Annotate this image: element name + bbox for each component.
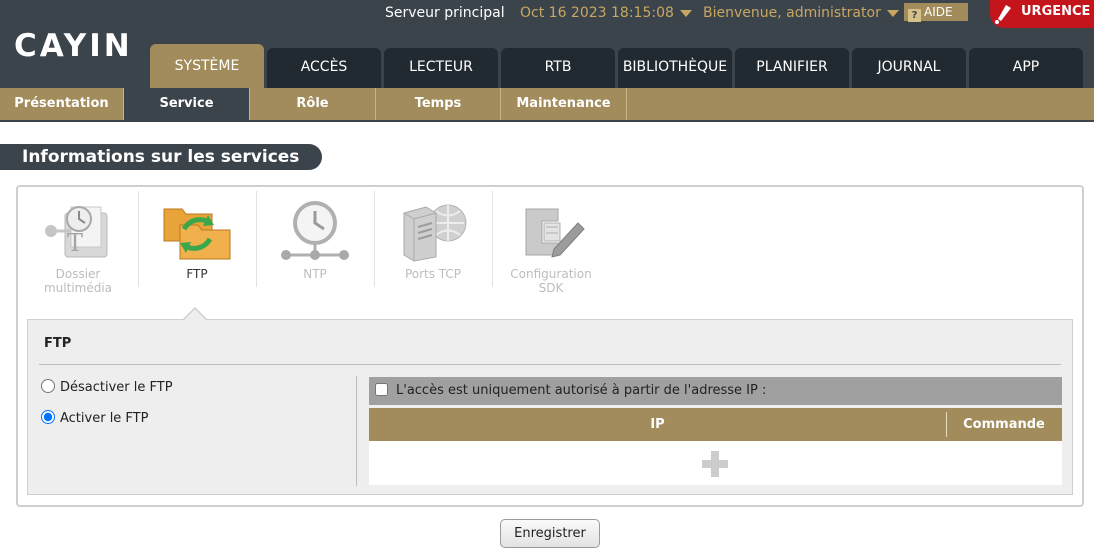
urgence-button[interactable]: URGENCE [990, 0, 1094, 28]
disable-ftp-radio[interactable] [41, 379, 55, 393]
alert-icon [995, 5, 1011, 24]
tab-bibliotheque[interactable]: BIBLIOTHÈQUE [618, 48, 732, 88]
disable-ftp-label: Désactiver le FTP [60, 380, 173, 395]
enable-ftp-label: Activer le FTP [60, 411, 149, 426]
service-ftp[interactable]: FTP [138, 191, 256, 289]
service-label: NTP [303, 267, 327, 281]
server-label: Serveur principal [385, 5, 505, 21]
help-label: AIDE [924, 5, 953, 19]
save-button[interactable]: Enregistrer [500, 519, 600, 548]
help-button[interactable]: ? AIDE [904, 3, 968, 22]
ip-table-body [369, 441, 1062, 485]
service-media-folder[interactable]: T Dossier multimédia [19, 191, 137, 295]
command-column-header: Commande [963, 417, 1045, 432]
datetime-dropdown[interactable]: Oct 16 2023 18:15:08 [520, 5, 692, 21]
service-label: Ports TCP [404, 267, 462, 281]
tcp-server-icon [403, 204, 467, 262]
sub-nav: Présentation Service Rôle Temps Maintena… [0, 88, 1094, 122]
welcome-text: Bienvenue, administrator [703, 5, 881, 21]
tab-lecteur[interactable]: LECTEUR [384, 48, 498, 88]
chevron-down-icon [886, 9, 899, 17]
add-ip-button[interactable] [702, 451, 728, 477]
media-folder-icon: T [45, 206, 108, 258]
tab-rtb[interactable]: RTB [501, 48, 615, 88]
subtab-temps[interactable]: Temps [376, 88, 501, 120]
chevron-down-icon [679, 9, 692, 17]
subtab-maintenance[interactable]: Maintenance [501, 88, 627, 120]
datetime-text: Oct 16 2023 18:15:08 [520, 5, 674, 21]
tab-app[interactable]: APP [969, 48, 1083, 88]
disable-ftp-option[interactable]: Désactiver le FTP [41, 379, 173, 395]
tab-journal[interactable]: JOURNAL [852, 48, 966, 88]
page-title: Informations sur les services [0, 144, 322, 170]
ntp-clock-icon [281, 201, 349, 260]
divider [356, 376, 357, 486]
ftp-panel-title: FTP [44, 336, 72, 351]
service-box: T Dossier multimédia FTP NTP Ports TCP C… [16, 185, 1084, 507]
svg-text:T: T [67, 229, 83, 257]
tab-acces[interactable]: ACCÈS [267, 48, 381, 88]
subtab-presentation[interactable]: Présentation [0, 88, 124, 120]
subtab-role[interactable]: Rôle [250, 88, 376, 120]
question-icon: ? [908, 9, 921, 22]
divider [39, 364, 1061, 365]
cayin-logo: CAYIN [14, 30, 130, 60]
subtab-service[interactable]: Service [124, 88, 250, 120]
panel-pointer-inner [183, 309, 207, 321]
ip-restriction-label: L'accès est uniquement autorisé à partir… [396, 383, 767, 398]
ftp-panel: FTP Désactiver le FTP Activer le FTP L'a… [27, 319, 1073, 495]
svg-text:CAYIN: CAYIN [14, 30, 130, 60]
user-menu[interactable]: Bienvenue, administrator [703, 5, 899, 21]
ftp-folders-icon [163, 208, 231, 260]
ip-restriction-bar: L'accès est uniquement autorisé à partir… [369, 377, 1062, 405]
service-ntp[interactable]: NTP [256, 191, 374, 289]
service-label: FTP [186, 267, 208, 281]
top-header: CAYIN Serveur principal Oct 16 2023 18:1… [0, 0, 1094, 88]
ip-column-header: IP [650, 417, 665, 432]
service-tcp-ports[interactable]: Ports TCP [374, 191, 492, 289]
ip-table-header: IP Commande [369, 408, 1062, 441]
tab-systeme[interactable]: SYSTÈME [150, 44, 264, 88]
service-label: Dossier multimédia [43, 267, 113, 295]
enable-ftp-radio[interactable] [41, 410, 55, 424]
service-sdk-config[interactable]: Configuration SDK [492, 191, 610, 295]
enable-ftp-option[interactable]: Activer le FTP [41, 410, 148, 426]
tab-planifier[interactable]: PLANIFIER [735, 48, 849, 88]
ip-restriction-checkbox[interactable] [375, 383, 388, 396]
urgence-label: URGENCE [1021, 4, 1091, 19]
sdk-config-icon [525, 208, 585, 258]
service-label: Configuration SDK [510, 267, 592, 295]
